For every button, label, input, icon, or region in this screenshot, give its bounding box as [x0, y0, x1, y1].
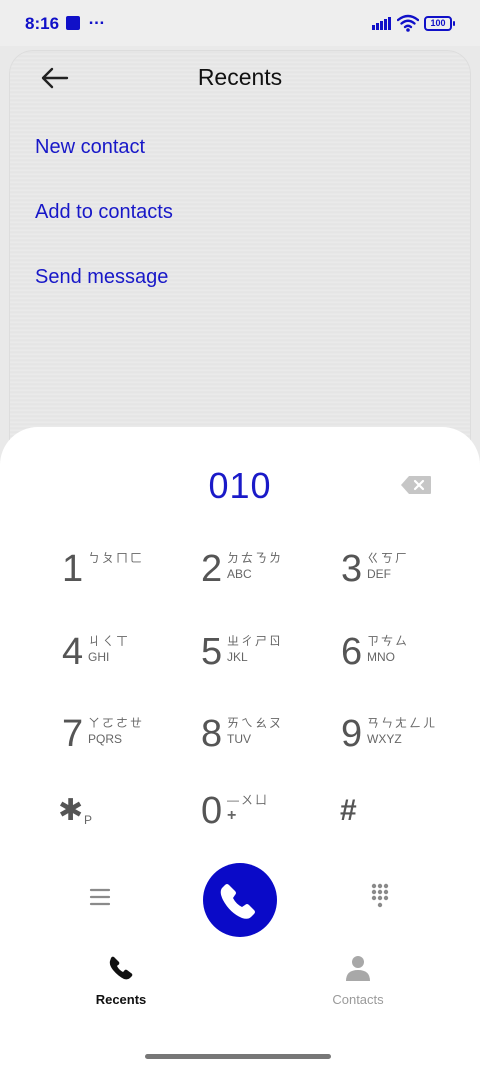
key-letters: + [227, 807, 237, 824]
nav-label: Contacts [332, 992, 384, 1007]
wifi-icon [397, 14, 419, 32]
person-icon [346, 956, 370, 981]
key-zhuyin: ㄗㄘㄙ [367, 634, 410, 648]
phone-icon [109, 956, 133, 980]
key-digit: 5 [201, 631, 223, 673]
key-9[interactable]: 9 ㄢㄣㄤㄥㄦ WXYZ [341, 710, 471, 770]
key-3[interactable]: 3 ㄍㄎㄏ DEF [341, 545, 471, 605]
status-bar: 8:16 … 100 [0, 0, 480, 46]
key-star[interactable]: ✱ P [58, 787, 188, 847]
key-digit: 0 [201, 790, 223, 832]
key-letters: P [84, 813, 93, 827]
home-indicator[interactable] [145, 1054, 331, 1059]
star-icon: ✱ [58, 794, 84, 827]
page-title: Recents [197, 64, 283, 90]
key-letters: ABC [227, 567, 252, 581]
key-letters: PQRS [88, 732, 123, 746]
notification-square-icon [66, 16, 80, 30]
key-letters: DEF [367, 567, 391, 581]
key-letters: GHI [88, 650, 110, 664]
key-0[interactable]: 0 —ㄨㄩ + [201, 787, 331, 847]
key-8[interactable]: 8 ㄞㄟㄠㄡ TUV [201, 710, 331, 770]
key-digit: 2 [201, 548, 223, 590]
key-hash[interactable]: # [340, 787, 470, 847]
hash-icon: # [340, 794, 357, 827]
key-digit: 3 [341, 548, 363, 590]
key-digit: 4 [62, 631, 84, 673]
key-letters: TUV [227, 732, 251, 746]
key-zhuyin: ㄅㄆㄇㄈ [88, 551, 145, 565]
key-4[interactable]: 4 ㄐㄑㄒ GHI [62, 628, 192, 688]
add-to-contacts-option[interactable]: Add to contacts [35, 201, 173, 224]
key-zhuyin: ㄐㄑㄒ [88, 634, 131, 648]
key-zhuyin: ㄍㄎㄏ [367, 551, 410, 565]
key-letters: JKL [227, 650, 248, 664]
key-digit: 8 [201, 713, 223, 755]
battery-icon: 100 [424, 16, 455, 31]
phone-icon [220, 884, 255, 919]
backspace-icon[interactable] [400, 475, 432, 495]
key-5[interactable]: 5 ㄓㄔㄕㄖ JKL [201, 628, 331, 688]
key-2[interactable]: 2 ㄉㄊㄋㄌ ABC [201, 545, 331, 605]
more-notifications-icon: … [88, 9, 106, 28]
key-letters: MNO [367, 650, 395, 664]
key-zhuyin: ㄞㄟㄠㄡ [227, 716, 284, 730]
dialer-sheet: 010 1 ㄅㄆㄇㄈ 2 ㄉㄊㄋㄌ ABC 3 ㄍㄎㄏ DEF 4 ㄐㄑㄒ GH… [0, 427, 480, 1066]
nav-label: Recents [95, 992, 147, 1007]
key-digit: 9 [341, 713, 363, 755]
key-zhuyin: ㄚㄛㄜㄝ [88, 716, 145, 730]
send-message-option[interactable]: Send message [35, 266, 168, 289]
key-digit: 6 [341, 631, 363, 673]
dialpad-icon[interactable] [370, 883, 390, 909]
key-6[interactable]: 6 ㄗㄘㄙ MNO [341, 628, 471, 688]
signal-icon [372, 16, 392, 30]
key-zhuyin: ㄉㄊㄋㄌ [227, 551, 284, 565]
new-contact-option[interactable]: New contact [35, 136, 145, 159]
recents-options-card: Recents New contact Add to contacts Send… [9, 50, 471, 470]
key-zhuyin: ㄢㄣㄤㄥㄦ [367, 716, 438, 730]
call-button[interactable] [203, 863, 277, 937]
key-zhuyin: ㄓㄔㄕㄖ [227, 634, 284, 648]
key-digit: 1 [62, 548, 84, 590]
nav-contacts[interactable]: Contacts [298, 955, 418, 1007]
key-1[interactable]: 1 ㄅㄆㄇㄈ [62, 545, 192, 605]
key-digit: 7 [62, 713, 84, 755]
nav-recents[interactable]: Recents [61, 955, 181, 1007]
key-letters: WXYZ [367, 732, 402, 746]
menu-icon[interactable] [89, 887, 111, 907]
key-7[interactable]: 7 ㄚㄛㄜㄝ PQRS [62, 710, 192, 770]
key-zhuyin: —ㄨㄩ [227, 793, 270, 807]
status-time: 8:16 [25, 14, 60, 33]
